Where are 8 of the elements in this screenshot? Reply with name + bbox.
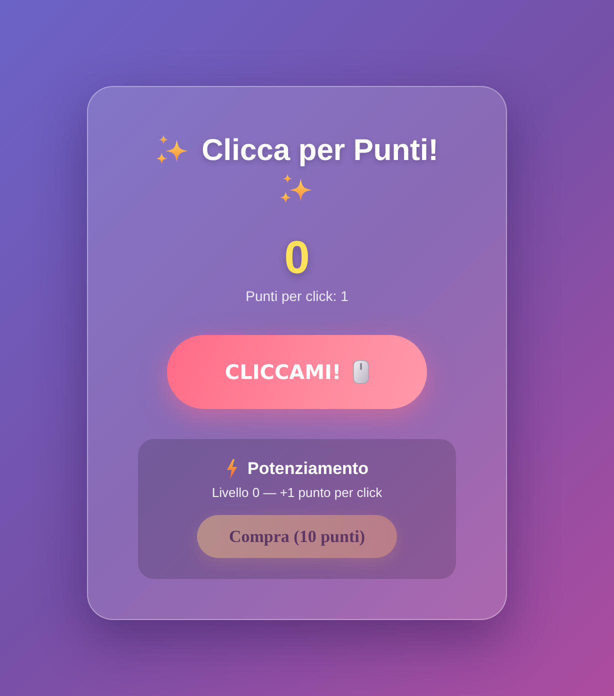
game-title: Clicca per Punti! xyxy=(202,133,438,169)
score-value: 0 xyxy=(284,230,310,284)
points-per-click-text: Punti per click: 1 xyxy=(246,287,348,306)
upgrade-title: Potenziamento xyxy=(248,458,368,480)
upgrade-level-text: Livello 0 — +1 punto per click xyxy=(212,484,382,502)
computer-mouse-icon xyxy=(353,360,370,384)
click-me-button[interactable]: CLICCAMI! xyxy=(167,335,427,409)
lightning-bolt-icon xyxy=(226,459,238,479)
